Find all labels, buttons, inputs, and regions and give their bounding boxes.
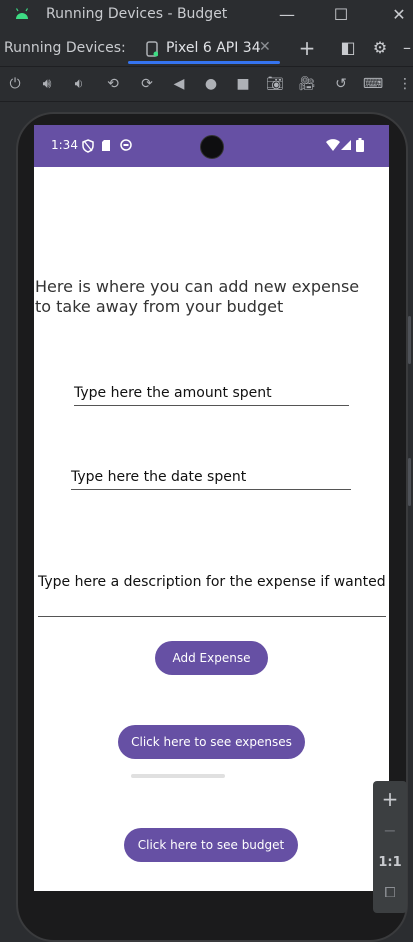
zoom-controls: + − 1:1 ⧠ <box>373 781 407 913</box>
camera-icon[interactable]: 📷︎ <box>264 73 286 95</box>
gear-icon[interactable]: ⚙ <box>369 37 391 59</box>
add-expense-button[interactable]: Add Expense <box>155 641 268 675</box>
description-field-placeholder: Type here a description for the expense … <box>38 574 386 590</box>
device-tab-label: Pixel 6 API 34 <box>166 40 261 56</box>
shield-icon <box>82 139 94 153</box>
add-device-icon[interactable]: + <box>296 37 318 59</box>
scroll-indicator <box>408 458 411 506</box>
volume-up-icon[interactable]: 🔊︎ <box>36 73 58 95</box>
date-field[interactable]: Type here the date spent <box>71 453 351 490</box>
volume-down-icon[interactable]: 🔉︎ <box>68 73 90 95</box>
running-devices-label: Running Devices: <box>4 40 126 56</box>
see-expenses-button[interactable]: Click here to see expenses <box>118 725 305 759</box>
rotate-right-icon[interactable]: ⟳ <box>136 73 158 95</box>
sim-card-icon <box>102 140 110 151</box>
see-budget-button[interactable]: Click here to see budget <box>124 828 298 862</box>
status-time: 1:34 <box>51 138 78 152</box>
status-bar: 1:34 <box>34 125 389 167</box>
back-icon[interactable]: ◀ <box>168 73 190 95</box>
zoom-in-button[interactable]: + <box>373 787 407 811</box>
tab-pixel-6-api-34[interactable]: Pixel 6 API 34 ✕ <box>128 34 280 64</box>
minimize-button[interactable]: — <box>276 4 298 26</box>
intro-text: Here is where you can add new expense to… <box>35 277 360 316</box>
gesture-nav-bar[interactable] <box>131 774 225 778</box>
overview-icon[interactable]: ■ <box>232 73 254 95</box>
active-tab-indicator <box>128 61 280 64</box>
fit-screen-icon[interactable]: ⧠ <box>373 885 407 901</box>
close-tab-icon[interactable]: ✕ <box>259 39 271 55</box>
home-icon[interactable]: ● <box>200 73 222 95</box>
amount-field[interactable]: Type here the amount spent <box>74 369 349 406</box>
hide-panel-icon[interactable]: – <box>396 37 413 59</box>
device-toolbar: ⏻ 🔊︎ 🔉︎ ⟲ ⟳ ◀ ● ■ 📷︎ 🎥︎ ↺ ⌨ ⋮ <box>0 67 413 102</box>
zoom-out-button[interactable]: − <box>373 821 407 840</box>
privacy-icon <box>120 139 132 151</box>
running-devices-tabbar: Running Devices: Pixel 6 API 34 ✕ + ◧ ⚙ … <box>0 30 413 67</box>
scroll-indicator <box>408 316 411 364</box>
wifi-icon <box>326 139 340 151</box>
screenrecord-icon[interactable]: 🎥︎ <box>296 73 318 95</box>
rotate-left-icon[interactable]: ⟲ <box>102 73 124 95</box>
front-camera <box>200 135 224 159</box>
keyboard-icon[interactable]: ⌨ <box>362 73 384 95</box>
window-title: Running Devices - Budget <box>46 6 228 22</box>
phone-device-icon <box>146 41 158 57</box>
more-icon[interactable]: ⋮ <box>394 73 413 95</box>
maximize-button[interactable]: ☐ <box>330 4 352 26</box>
date-field-placeholder: Type here the date spent <box>71 469 247 485</box>
battery-icon <box>356 138 364 152</box>
description-field[interactable]: Type here a description for the expense … <box>38 555 386 617</box>
amount-field-placeholder: Type here the amount spent <box>74 385 272 401</box>
layout-icon[interactable]: ◧ <box>337 37 359 59</box>
close-window-button[interactable]: ✕ <box>388 4 410 26</box>
actual-size-button[interactable]: 1:1 <box>373 855 407 870</box>
power-icon[interactable]: ⏻ <box>4 73 26 95</box>
snapshot-icon[interactable]: ↺ <box>330 73 352 95</box>
window-titlebar: Running Devices - Budget — ☐ ✕ <box>0 0 413 30</box>
signal-icon <box>341 140 351 150</box>
android-icon <box>15 8 29 19</box>
